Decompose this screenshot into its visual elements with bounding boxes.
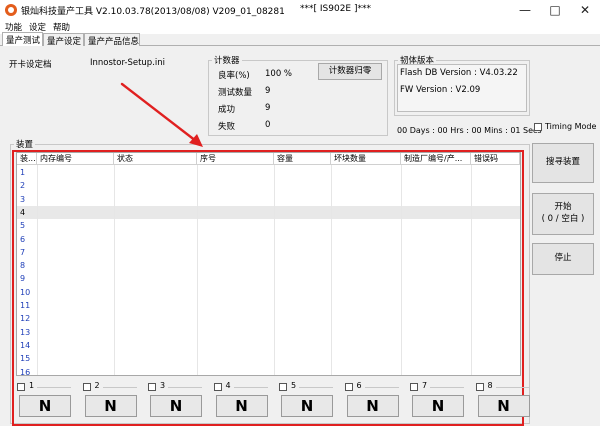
port-checkbox[interactable] xyxy=(344,383,353,391)
tab-mass-production-test[interactable]: 量产测试 xyxy=(2,32,43,46)
menu-help[interactable]: 帮助 xyxy=(53,21,70,33)
port-checkbox[interactable] xyxy=(82,383,91,391)
close-icon[interactable]: ✕ xyxy=(570,0,600,20)
devices-title: 装置 xyxy=(14,138,36,150)
yield-value: 100 % xyxy=(265,69,293,79)
port-separator xyxy=(168,387,202,388)
port-checkbox[interactable] xyxy=(475,383,484,391)
port-number: 3 xyxy=(160,381,166,390)
port-separator xyxy=(299,387,333,388)
maximize-icon[interactable]: □ xyxy=(540,0,570,20)
tab-product-info[interactable]: 量产产品信息 xyxy=(84,33,140,47)
port-status-button[interactable]: N xyxy=(150,395,202,417)
reset-counter-button[interactable]: 计数器归零 xyxy=(318,63,382,80)
start-button[interactable]: 开始 ( 0 / 空白 ) xyxy=(532,193,594,235)
port-number: 2 xyxy=(94,381,100,390)
app-icon xyxy=(5,4,17,16)
elapsed-timer: 00 Days : 00 Hrs : 00 Mins : 01 Secs xyxy=(397,126,542,135)
config-file-label: 开卡设定档 xyxy=(9,60,52,70)
tab-mass-production-settings[interactable]: 量产设定 xyxy=(43,33,84,47)
menu-bar: 功能 设定 帮助 xyxy=(0,20,600,34)
port-number: 7 xyxy=(422,381,428,390)
port-separator xyxy=(364,387,399,388)
port-checkbox[interactable] xyxy=(213,383,222,391)
port-status-button[interactable]: N xyxy=(477,395,530,417)
search-devices-button[interactable]: 搜寻装置 xyxy=(532,143,594,183)
test-count-value: 9 xyxy=(265,86,271,96)
port-number: 4 xyxy=(225,381,231,390)
success-value: 9 xyxy=(265,103,271,113)
window-title-center: ***[ IS902E ]*** xyxy=(300,4,371,14)
port-status-button[interactable]: N xyxy=(412,395,464,417)
port-status-button[interactable]: N xyxy=(84,395,137,417)
yield-label: 良率(%) xyxy=(218,71,250,81)
port-number: 1 xyxy=(29,381,35,390)
counter-title: 计数器 xyxy=(212,54,242,66)
timing-mode-checkbox[interactable] xyxy=(534,123,542,131)
timing-mode-label: Timing Mode xyxy=(545,122,597,131)
minimize-icon[interactable]: — xyxy=(510,0,540,20)
port-checkbox[interactable] xyxy=(17,383,25,391)
config-file-value: Innostor-Setup.ini xyxy=(90,58,166,68)
port-checkbox[interactable] xyxy=(279,383,287,391)
annotation-arrow xyxy=(120,82,203,147)
port-number: 6 xyxy=(356,381,362,390)
stop-button[interactable]: 停止 xyxy=(532,243,594,275)
start-sublabel: ( 0 / 空白 ) xyxy=(541,214,585,224)
port-checkbox[interactable] xyxy=(410,383,418,391)
success-label: 成功 xyxy=(218,105,236,115)
port-separator xyxy=(37,387,71,388)
port-checkbox[interactable] xyxy=(148,383,156,391)
flash-db-version: Flash DB Version : V4.03.22 xyxy=(400,68,518,78)
port-separator xyxy=(495,387,530,388)
port-number: 8 xyxy=(487,381,493,390)
fw-version: FW Version : V2.09 xyxy=(400,85,481,95)
window-title: 银灿科技量产工具 V2.10.03.78(2013/08/08) V209_01… xyxy=(21,7,285,17)
port-separator xyxy=(430,387,464,388)
port-number: 5 xyxy=(291,381,297,390)
title-bar: 银灿科技量产工具 V2.10.03.78(2013/08/08) V209_01… xyxy=(0,0,600,20)
port-status-button[interactable]: N xyxy=(281,395,333,417)
port-separator xyxy=(233,387,268,388)
start-label: 开始 xyxy=(554,202,572,213)
port-status-button[interactable]: N xyxy=(346,395,399,417)
port-status-button[interactable]: N xyxy=(215,395,268,417)
port-separator xyxy=(102,387,137,388)
fail-label: 失败 xyxy=(218,122,236,132)
test-count-label: 测试数量 xyxy=(218,88,253,98)
port-status-button[interactable]: N xyxy=(19,395,71,417)
fail-value: 0 xyxy=(265,120,271,130)
